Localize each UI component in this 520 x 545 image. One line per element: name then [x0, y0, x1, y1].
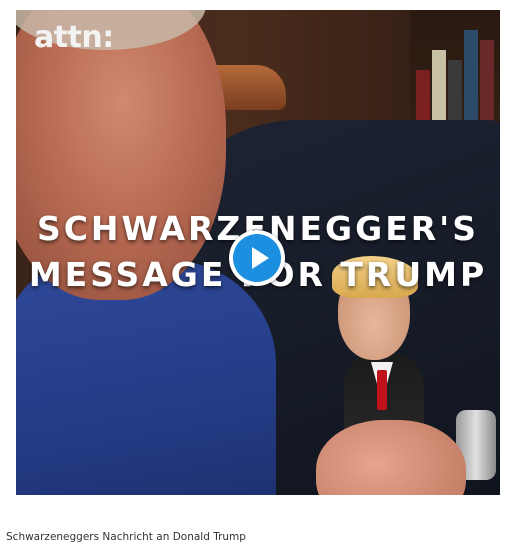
video-player[interactable]: attn: SCHWARZENEGGER'S MESSAGE FOR TRUMP [16, 10, 500, 495]
play-triangle-icon [252, 247, 269, 269]
play-button[interactable] [229, 230, 285, 286]
video-caption: Schwarzeneggers Nachricht an Donald Trum… [6, 531, 246, 543]
play-icon [233, 234, 281, 282]
brand-logo: attn: [34, 20, 114, 55]
bobblehead-tie [377, 370, 387, 410]
